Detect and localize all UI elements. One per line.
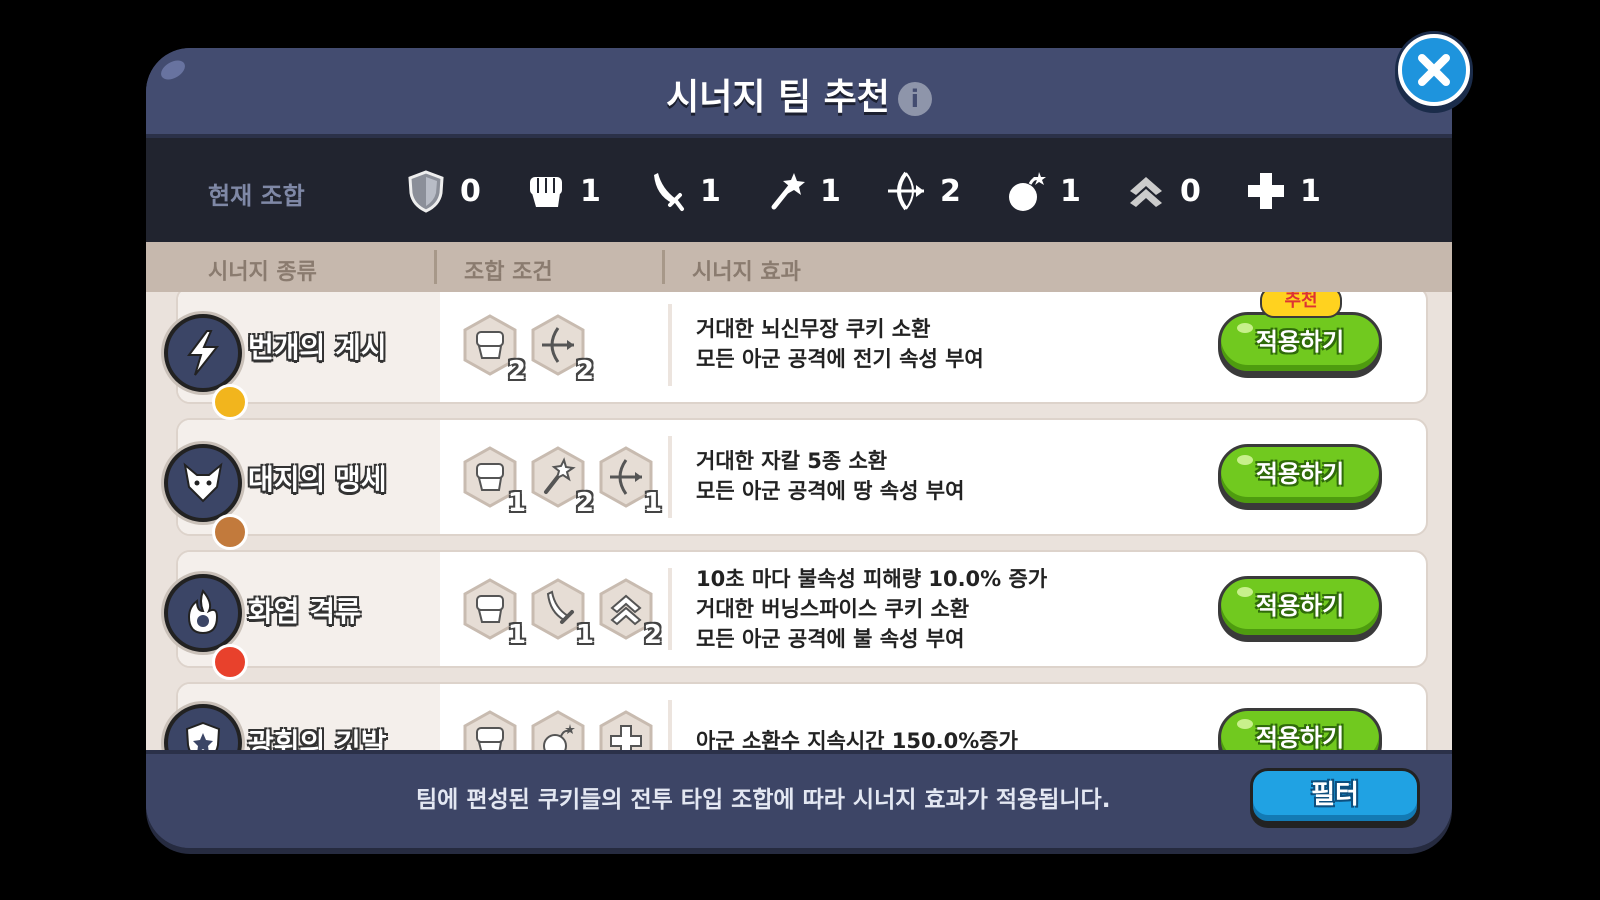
list-item: 광휘의 깃발 1 2 1 아군 소환수 지속시간 150.0%증가 적용하기 [176, 682, 1428, 758]
flame-icon [187, 589, 219, 635]
header-condition: 조합 조건 [464, 260, 553, 285]
current-combo-bar: 현재 조합 0 1 1 1 2 1 0 1 [146, 138, 1452, 242]
footer-bar: 팀에 편성된 쿠키들의 전투 타입 조합에 따라 시너지 효과가 적용됩니다. … [146, 750, 1452, 848]
combo-chevron: 0 [1126, 166, 1201, 216]
column-divider [668, 304, 672, 386]
requirement-sword: 1 [530, 578, 594, 650]
fire-badge [212, 644, 248, 680]
synergy-emblem [164, 314, 248, 420]
title-text: 시너지 팀 추천 [666, 77, 890, 118]
combo-count: 0 [1180, 173, 1201, 209]
apply-button[interactable]: 적용하기 [1218, 312, 1382, 374]
table-header: 시너지 종류 조합 조건 시너지 효과 [146, 242, 1452, 292]
combo-fist: 1 [526, 166, 601, 216]
list-item: 번개의 계시 2 2 거대한 뇌신무장 쿠키 소환 모든 아군 공격에 전기 속… [176, 292, 1428, 404]
combo-count: 1 [1300, 173, 1321, 209]
header-synergy-type: 시너지 종류 [208, 260, 317, 285]
list-item: 화염 격류 1 1 2 10초 마다 불속성 피해량 10.0% 증가 거대한 … [176, 550, 1428, 668]
synergy-name: 대지의 맹세 [248, 463, 387, 496]
fist-icon [530, 177, 562, 207]
effect-line: 모든 아군 공격에 전기 속성 부여 [696, 347, 984, 371]
earth-badge [212, 514, 248, 550]
requirement-count: 2 [643, 620, 662, 650]
shield-icon [408, 170, 444, 213]
combo-bow: 2 [886, 166, 961, 216]
requirement-fist: 1 [462, 578, 526, 650]
requirement-bow: 1 [598, 446, 662, 518]
synergy-name: 화염 격류 [248, 595, 361, 628]
header-effect: 시너지 효과 [692, 260, 801, 285]
close-button[interactable] [1398, 34, 1470, 106]
synergy-effects: 10초 마다 불속성 피해량 10.0% 증가 거대한 버닝스파이스 쿠키 소환… [696, 564, 1047, 654]
requirement-fist: 2 [462, 314, 526, 386]
current-combo-label: 현재 조합 [208, 182, 305, 210]
effect-line: 거대한 뇌신무장 쿠키 소환 [696, 317, 931, 341]
synergy-list[interactable]: 번개의 계시 2 2 거대한 뇌신무장 쿠키 소환 모든 아군 공격에 전기 속… [146, 292, 1452, 758]
magic-wand-icon [771, 173, 805, 210]
title-bar: 시너지 팀 추천 i [146, 48, 1452, 138]
combo-count: 2 [940, 173, 961, 209]
combo-count: 1 [580, 173, 601, 209]
combo-wand: 1 [766, 166, 841, 216]
effect-line: 거대한 자칼 5종 소환 [696, 449, 888, 473]
sword-icon [654, 173, 684, 211]
column-divider [668, 568, 672, 650]
double-chevron-up-icon [1130, 177, 1162, 207]
plus-icon [1248, 173, 1284, 209]
combo-bomb: 1 [1006, 166, 1081, 216]
requirement-count: 1 [643, 488, 662, 518]
info-icon[interactable]: i [897, 82, 932, 116]
effect-line: 모든 아군 공격에 땅 속성 부여 [696, 479, 965, 503]
footer-note: 팀에 편성된 쿠키들의 전투 타입 조합에 따라 시너지 효과가 적용됩니다. [416, 787, 1111, 813]
dialog-title: 시너지 팀 추천 i [146, 68, 1452, 120]
requirement-count: 1 [575, 620, 594, 650]
requirement-count: 2 [507, 356, 526, 386]
combo-count: 1 [820, 173, 841, 209]
combo-count: 1 [1060, 173, 1081, 209]
electric-badge [212, 384, 248, 420]
wolf-icon [183, 462, 223, 503]
column-divider [668, 436, 672, 518]
requirement-bow: 2 [530, 314, 594, 386]
lightning-icon [187, 330, 220, 376]
requirement-count: 2 [575, 488, 594, 518]
effect-line: 모든 아군 공격에 불 속성 부여 [696, 627, 965, 651]
effect-line: 거대한 버닝스파이스 쿠키 소환 [696, 597, 970, 621]
requirement-wand: 2 [530, 446, 594, 518]
combo-shield: 0 [406, 166, 481, 216]
requirement-fist: 1 [462, 446, 526, 518]
combo-count: 0 [460, 173, 481, 209]
requirement-count: 1 [507, 488, 526, 518]
synergy-emblem [164, 444, 248, 550]
requirement-count: 2 [575, 356, 594, 386]
recommended-badge: 추천 [1260, 292, 1342, 318]
synergy-emblem [164, 574, 248, 680]
combo-sword: 1 [646, 166, 721, 216]
header-divider [434, 250, 437, 284]
synergy-dialog: 시너지 팀 추천 i 현재 조합 0 1 1 1 2 1 0 1 시너지 종류 … [146, 48, 1452, 848]
list-item: 대지의 맹세 1 2 1 거대한 자칼 5종 소환 모든 아군 공격에 땅 속성… [176, 418, 1428, 536]
requirement-chevron: 2 [598, 578, 662, 650]
header-divider [662, 250, 665, 284]
close-icon [1418, 54, 1450, 86]
combo-plus: 1 [1246, 166, 1321, 216]
bomb-icon [1009, 172, 1046, 211]
effect-line: 10초 마다 불속성 피해량 10.0% 증가 [696, 567, 1048, 591]
requirement-count: 1 [507, 620, 526, 650]
apply-button[interactable]: 적용하기 [1218, 444, 1382, 506]
synergy-name: 번개의 계시 [248, 331, 387, 364]
bow-icon [888, 171, 924, 211]
combo-count: 1 [700, 173, 721, 209]
synergy-effects: 거대한 뇌신무장 쿠키 소환 모든 아군 공격에 전기 속성 부여 [696, 314, 984, 374]
filter-button[interactable]: 필터 [1250, 768, 1420, 824]
synergy-effects: 거대한 자칼 5종 소환 모든 아군 공격에 땅 속성 부여 [696, 446, 964, 506]
apply-button[interactable]: 적용하기 [1218, 576, 1382, 638]
